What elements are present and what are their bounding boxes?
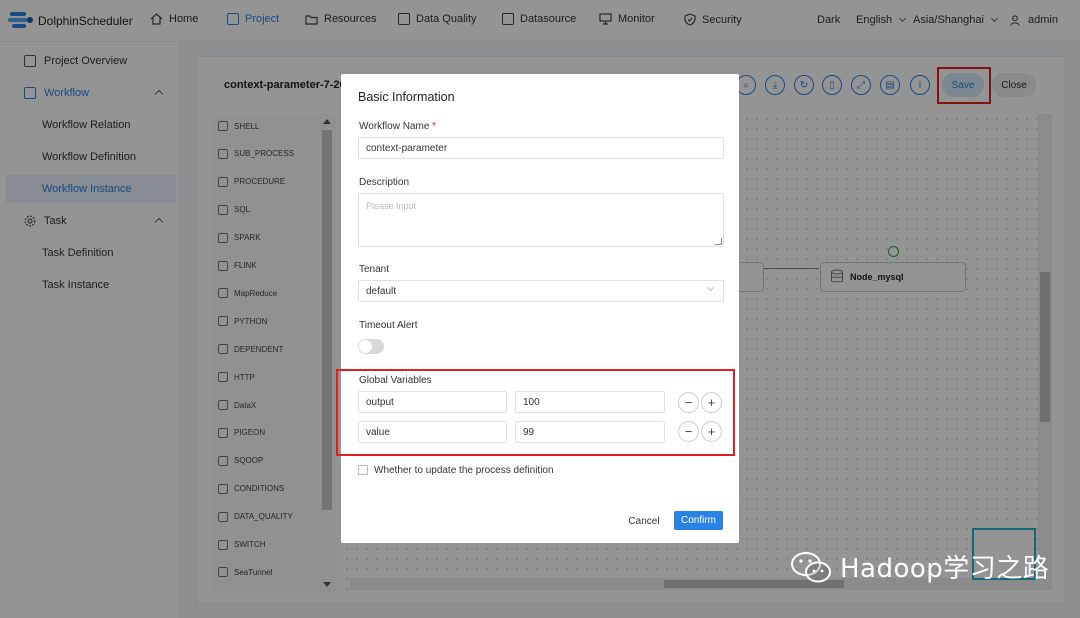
description-textarea[interactable]: Please Input: [358, 193, 724, 247]
switch-knob: [359, 340, 372, 353]
chevron-down-icon: [706, 283, 715, 292]
workflow-name-label: Workflow Name *: [359, 121, 436, 132]
tenant-label: Tenant: [359, 264, 390, 275]
required-mark: *: [432, 121, 437, 132]
watermark-text: Hadoop学习之路: [840, 554, 1050, 584]
global-variables-highlight-box: [336, 369, 735, 456]
watermark: Hadoop学习之路: [790, 548, 1049, 585]
workflow-name-label-text: Workflow Name: [359, 121, 430, 132]
timeout-alert-label: Timeout Alert: [359, 320, 418, 331]
resize-handle-icon[interactable]: [715, 238, 722, 245]
tenant-value: default: [366, 285, 397, 297]
confirm-button[interactable]: Confirm: [674, 511, 723, 530]
update-process-checkbox[interactable]: [358, 465, 368, 475]
description-label: Description: [359, 177, 410, 188]
cancel-button[interactable]: Cancel: [624, 512, 664, 530]
tenant-select[interactable]: default: [358, 280, 724, 302]
wechat-icon: [791, 551, 831, 582]
workflow-name-input[interactable]: context-parameter: [358, 137, 724, 159]
modal-title: Basic Information: [358, 90, 455, 104]
update-process-label: Whether to update the process definition: [374, 465, 554, 476]
